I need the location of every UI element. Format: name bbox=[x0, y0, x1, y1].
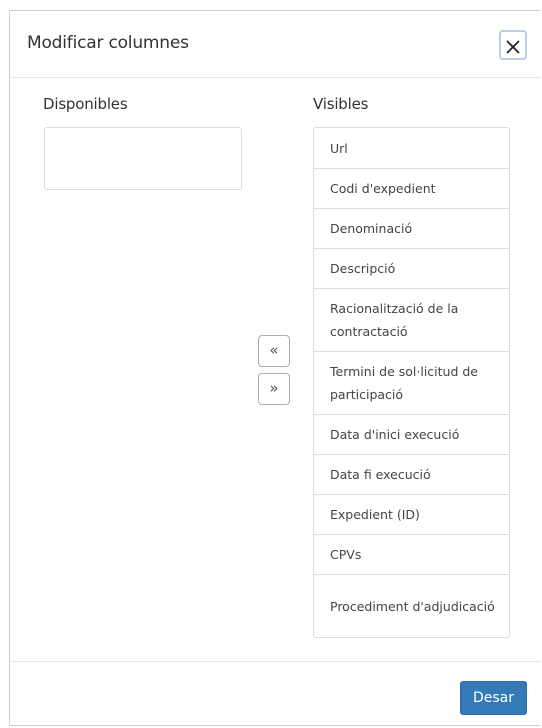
list-item[interactable]: Racionalització de la contractació bbox=[314, 288, 509, 351]
dialog-header: Modificar columnes bbox=[10, 11, 541, 78]
column-editor-dialog: Modificar columnes Disponibles « » Visib… bbox=[9, 10, 541, 727]
available-list[interactable] bbox=[44, 127, 242, 190]
list-item[interactable]: Url bbox=[314, 128, 509, 168]
list-item[interactable]: CPVs bbox=[314, 534, 509, 574]
dialog-footer: Desar bbox=[10, 661, 541, 727]
list-item[interactable]: Procediment d'adjudicació bbox=[314, 574, 509, 637]
move-left-button[interactable]: « bbox=[258, 335, 290, 367]
close-button[interactable] bbox=[499, 30, 527, 60]
move-right-button[interactable]: » bbox=[258, 373, 290, 405]
close-icon bbox=[506, 40, 520, 54]
list-item[interactable]: Denominació bbox=[314, 208, 509, 248]
list-item[interactable]: Expedient (ID) bbox=[314, 494, 509, 534]
list-item[interactable]: Termini de sol·licitud de participació bbox=[314, 351, 509, 414]
list-item[interactable]: Data d'inici execució bbox=[314, 414, 509, 454]
list-item[interactable]: Codi d'expedient bbox=[314, 168, 509, 208]
visible-label: Visibles bbox=[313, 95, 369, 113]
dialog-title: Modificar columnes bbox=[27, 33, 189, 53]
visible-list: Url Codi d'expedient Denominació Descrip… bbox=[313, 127, 510, 638]
available-label: Disponibles bbox=[43, 95, 128, 113]
save-button[interactable]: Desar bbox=[460, 681, 527, 715]
list-item[interactable]: Data fi execució bbox=[314, 454, 509, 494]
list-item[interactable]: Descripció bbox=[314, 248, 509, 288]
